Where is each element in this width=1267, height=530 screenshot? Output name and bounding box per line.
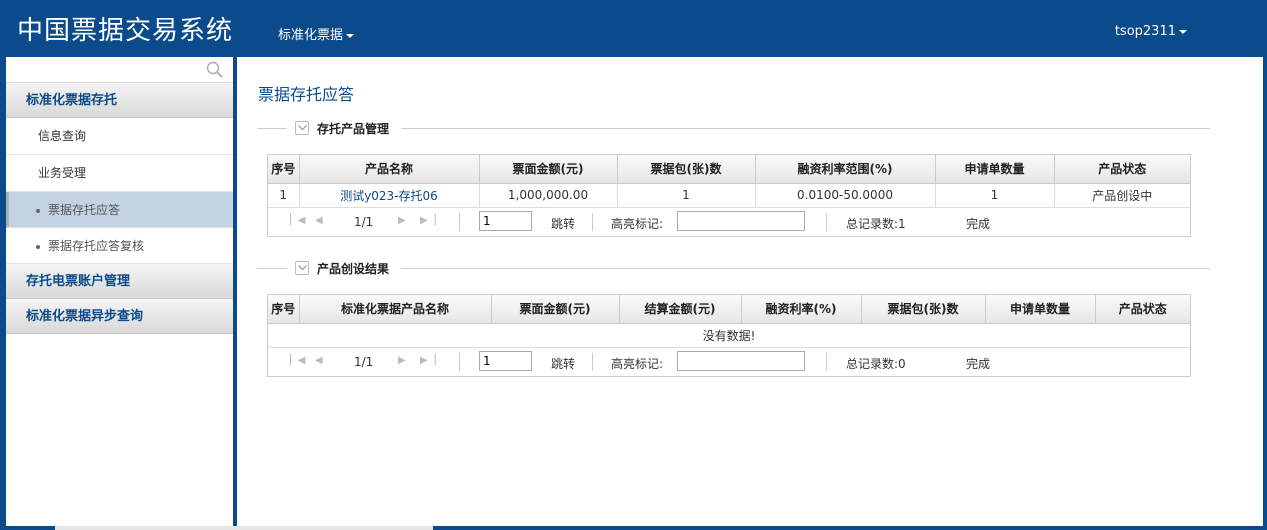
first-page-icon[interactable]: ▏◀ bbox=[290, 215, 305, 226]
section-creation-results[interactable]: 产品创设结果 bbox=[257, 260, 1210, 276]
highlight-input[interactable] bbox=[677, 350, 805, 371]
empty-row: 没有数据! bbox=[268, 323, 1190, 348]
chevron-down-icon bbox=[346, 33, 355, 38]
sidebar-subitem-label: 票据存托应答 bbox=[48, 203, 121, 217]
chevron-down-icon bbox=[298, 265, 307, 271]
empty-message: 没有数据! bbox=[268, 323, 1190, 348]
column-header[interactable]: 产品名称 bbox=[299, 155, 480, 184]
bullet-icon bbox=[36, 208, 40, 213]
sidebar-group-depository[interactable]: 标准化票据存托 bbox=[6, 83, 233, 118]
table-row[interactable]: 1 测试y023-存托06 1,000,000.00 1 0.0100-50.0… bbox=[268, 183, 1190, 208]
sidebar-empty-area bbox=[6, 334, 233, 530]
bottom-strip bbox=[0, 526, 1267, 530]
jump-button[interactable]: 跳转 bbox=[551, 355, 575, 372]
collapse-toggle[interactable] bbox=[295, 121, 309, 135]
main-content: 票据存托应答 存托产品管理 序号 产品名称 票面金额(元) 票据包(张)数 融资… bbox=[237, 57, 1263, 527]
pagination-bar: ▏◀ ◀ 1/1 ▶ ▶▕ 跳转 高亮标记: 总记录数:0 完成 bbox=[268, 348, 1190, 376]
pagination-bar: ▏◀ ◀ 1/1 ▶ ▶▕ 跳转 高亮标记: 总记录数:1 完成 bbox=[268, 208, 1190, 236]
cell-bill-count: 1 bbox=[617, 183, 756, 208]
column-header[interactable]: 申请单数量 bbox=[985, 295, 1096, 324]
search-icon[interactable] bbox=[206, 61, 223, 78]
divider bbox=[257, 268, 287, 269]
total-records: 总记录数:0 bbox=[846, 356, 906, 371]
page-indicator: 1/1 bbox=[354, 214, 374, 229]
column-header[interactable]: 票面金额(元) bbox=[479, 155, 618, 184]
column-header[interactable]: 结算金额(元) bbox=[619, 295, 742, 324]
next-page-icon[interactable]: ▶ bbox=[398, 355, 406, 366]
column-header[interactable]: 产品状态 bbox=[1095, 295, 1190, 324]
sidebar-subitem-depository-review[interactable]: 票据存托应答复核 bbox=[6, 228, 233, 264]
table-header-row: 序号 标准化票据产品名称 票面金额(元) 结算金额(元) 融资利率(%) 票据包… bbox=[268, 295, 1190, 324]
prev-page-icon[interactable]: ◀ bbox=[315, 215, 323, 226]
cell-face-amount: 1,000,000.00 bbox=[479, 183, 618, 208]
cell-application-count: 1 bbox=[935, 183, 1055, 208]
jump-button[interactable]: 跳转 bbox=[551, 215, 575, 232]
product-table: 序号 产品名称 票面金额(元) 票据包(张)数 融资利率范围(%) 申请单数量 … bbox=[267, 154, 1191, 237]
section-product-management[interactable]: 存托产品管理 bbox=[257, 120, 1210, 136]
column-header[interactable]: 序号 bbox=[268, 295, 300, 324]
product-menu[interactable]: 标准化票据 bbox=[278, 24, 355, 43]
sidebar-search[interactable] bbox=[6, 57, 233, 83]
column-header[interactable]: 票据包(张)数 bbox=[617, 155, 756, 184]
sidebar-item-business[interactable]: 业务受理 bbox=[6, 155, 233, 192]
user-menu[interactable]: tsop2311 bbox=[1115, 24, 1187, 39]
divider bbox=[592, 352, 593, 371]
sidebar-group-account[interactable]: 存托电票账户管理 bbox=[6, 264, 233, 299]
user-name: tsop2311 bbox=[1114, 24, 1176, 39]
section-title: 产品创设结果 bbox=[317, 262, 390, 276]
column-header[interactable]: 融资利率(%) bbox=[741, 295, 862, 324]
cell-product-name: 测试y023-存托06 bbox=[299, 183, 480, 208]
page-number-input[interactable] bbox=[479, 350, 532, 371]
chevron-down-icon bbox=[1179, 29, 1187, 34]
horizontal-scrollbar[interactable] bbox=[55, 526, 433, 530]
divider bbox=[401, 268, 1210, 269]
sidebar-group-async-query[interactable]: 标准化票据异步查询 bbox=[6, 299, 233, 334]
divider bbox=[592, 212, 593, 231]
sidebar-subitem-depository-response[interactable]: 票据存托应答 bbox=[6, 192, 233, 228]
divider bbox=[459, 212, 460, 231]
sidebar-subitem-label: 票据存托应答复核 bbox=[48, 239, 145, 253]
highlight-label: 高亮标记: bbox=[611, 216, 664, 231]
table-header-row: 序号 产品名称 票面金额(元) 票据包(张)数 融资利率范围(%) 申请单数量 … bbox=[268, 155, 1190, 184]
first-page-icon[interactable]: ▏◀ bbox=[290, 355, 305, 366]
product-menu-label: 标准化票据 bbox=[278, 28, 344, 43]
section-title: 存托产品管理 bbox=[317, 122, 390, 136]
product-link[interactable]: 测试y023-存托06 bbox=[340, 189, 438, 203]
page-indicator: 1/1 bbox=[354, 354, 374, 369]
highlight-label: 高亮标记: bbox=[611, 356, 664, 371]
app-title: 中国票据交易系统 bbox=[17, 16, 234, 46]
column-header[interactable]: 票面金额(元) bbox=[491, 295, 620, 324]
last-page-icon[interactable]: ▶▕ bbox=[420, 215, 435, 226]
column-header[interactable]: 融资利率范围(%) bbox=[755, 155, 936, 184]
column-header[interactable]: 标准化票据产品名称 bbox=[299, 295, 492, 324]
divider bbox=[826, 212, 827, 231]
prev-page-icon[interactable]: ◀ bbox=[315, 355, 323, 366]
bullet-icon bbox=[36, 244, 40, 249]
total-records: 总记录数:1 bbox=[846, 216, 906, 231]
top-bar: 中国票据交易系统 标准化票据 tsop2311 bbox=[0, 0, 1267, 56]
creation-result-table: 序号 标准化票据产品名称 票面金额(元) 结算金额(元) 融资利率(%) 票据包… bbox=[267, 294, 1191, 377]
divider bbox=[459, 352, 460, 371]
cell-rate-range: 0.0100-50.0000 bbox=[755, 183, 936, 208]
sidebar: 标准化票据存托 信息查询 业务受理 票据存托应答 票据存托应答复核 存托电票账户… bbox=[6, 57, 233, 530]
cell-index: 1 bbox=[268, 183, 300, 208]
page-title: 票据存托应答 bbox=[258, 85, 355, 104]
chevron-down-icon bbox=[298, 125, 307, 131]
column-header[interactable]: 票据包(张)数 bbox=[861, 295, 986, 324]
column-header[interactable]: 申请单数量 bbox=[935, 155, 1055, 184]
cell-status: 产品创设中 bbox=[1054, 183, 1190, 208]
highlight-input[interactable] bbox=[677, 210, 805, 231]
page-number-input[interactable] bbox=[479, 210, 532, 231]
load-status: 完成 bbox=[966, 356, 991, 371]
divider bbox=[826, 352, 827, 371]
divider bbox=[401, 128, 1210, 129]
load-status: 完成 bbox=[966, 216, 991, 231]
column-header[interactable]: 产品状态 bbox=[1054, 155, 1190, 184]
divider bbox=[257, 128, 287, 129]
next-page-icon[interactable]: ▶ bbox=[398, 215, 406, 226]
collapse-toggle[interactable] bbox=[295, 261, 309, 275]
column-header[interactable]: 序号 bbox=[268, 155, 300, 184]
last-page-icon[interactable]: ▶▕ bbox=[420, 355, 435, 366]
sidebar-item-info-query[interactable]: 信息查询 bbox=[6, 118, 233, 155]
